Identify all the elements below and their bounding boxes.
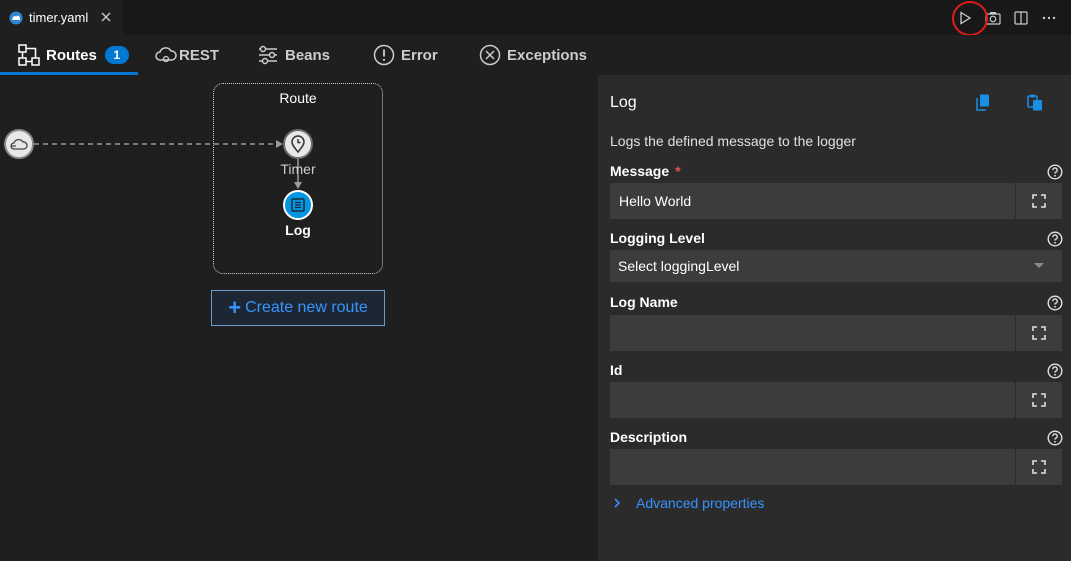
cloud-source-icon	[10, 137, 28, 151]
logging-level-placeholder: Select loggingLevel	[618, 258, 740, 274]
route-canvas[interactable]: Route Timer Log + Create new route	[0, 75, 598, 561]
log-node[interactable]	[283, 190, 313, 220]
id-label: Id	[610, 362, 623, 378]
description-expand-button[interactable]	[1016, 449, 1062, 485]
tab-exceptions[interactable]: Exceptions	[479, 35, 587, 75]
tab-error[interactable]: Error	[373, 35, 438, 75]
help-icon[interactable]	[1047, 164, 1063, 180]
tab-exceptions-label: Exceptions	[507, 46, 588, 64]
help-icon[interactable]	[1047, 430, 1063, 446]
log-name-label: Log Name	[610, 294, 678, 310]
editor-actions	[955, 0, 1059, 35]
help-icon[interactable]	[1047, 231, 1063, 247]
required-marker: *	[675, 163, 681, 179]
description-input[interactable]	[610, 449, 1015, 485]
advanced-properties-label: Advanced properties	[636, 495, 765, 511]
id-input[interactable]	[610, 382, 1015, 418]
tab-rest-label: REST	[179, 46, 220, 64]
description-label: Description	[610, 429, 688, 445]
tab-beans-label: Beans	[285, 46, 331, 64]
chevron-right-icon	[610, 496, 624, 510]
tab-routes[interactable]: Routes 1	[18, 35, 129, 75]
file-tab[interactable]: timer.yaml	[0, 0, 122, 35]
editor-tab-bar: timer.yaml	[0, 0, 1071, 36]
sliders-icon	[257, 44, 279, 66]
view-tabs: Routes 1 REST Beans Error Exceptions	[0, 35, 1071, 75]
logging-level-label: Logging Level	[610, 230, 705, 246]
expand-icon	[1032, 460, 1046, 474]
message-label: Message *	[610, 163, 681, 179]
log-list-icon	[291, 198, 305, 212]
cloud-gear-icon	[155, 44, 177, 66]
advanced-properties-toggle[interactable]: Advanced properties	[610, 495, 764, 511]
properties-panel: Log Logs the defined message to the logg…	[598, 75, 1071, 561]
help-icon[interactable]	[1047, 295, 1063, 311]
message-input[interactable]: Hello World	[610, 183, 1015, 219]
tab-error-label: Error	[401, 46, 438, 64]
log-label: Log	[285, 222, 311, 238]
tab-rest[interactable]: REST	[155, 35, 219, 75]
camera-icon[interactable]	[983, 8, 1003, 28]
create-new-route-button[interactable]: + Create new route	[211, 290, 385, 326]
route-title: Route	[279, 90, 317, 106]
panel-description: Logs the defined message to the logger	[610, 133, 856, 149]
id-expand-button[interactable]	[1016, 382, 1062, 418]
log-name-input[interactable]	[610, 315, 1015, 351]
alert-circle-icon	[373, 44, 395, 66]
routes-count-badge: 1	[104, 46, 129, 64]
expand-icon	[1032, 326, 1046, 340]
camel-file-icon	[9, 11, 23, 25]
message-label-text: Message	[610, 163, 670, 179]
chevron-down-icon	[1034, 263, 1044, 268]
paste-icon[interactable]	[1026, 93, 1044, 111]
tab-beans[interactable]: Beans	[257, 35, 330, 75]
logging-level-select[interactable]: Select loggingLevel	[610, 250, 1062, 282]
tab-routes-label: Routes	[46, 46, 97, 64]
timer-icon	[290, 135, 306, 153]
routes-icon	[18, 44, 40, 66]
timer-label: Timer	[280, 161, 316, 177]
panel-title: Log	[610, 94, 637, 111]
copy-icon[interactable]	[974, 93, 992, 111]
message-expand-button[interactable]	[1016, 183, 1062, 219]
plus-icon: +	[228, 295, 242, 320]
route-container[interactable]: Route	[213, 83, 383, 274]
more-icon[interactable]	[1039, 8, 1059, 28]
log-name-expand-button[interactable]	[1016, 315, 1062, 351]
timer-node[interactable]	[283, 129, 313, 159]
x-circle-icon	[479, 44, 501, 66]
help-icon[interactable]	[1047, 363, 1063, 379]
split-editor-icon[interactable]	[1011, 8, 1031, 28]
expand-icon	[1032, 194, 1046, 208]
file-tab-label: timer.yaml	[29, 10, 89, 25]
close-icon[interactable]	[100, 11, 112, 23]
create-new-route-label: Create new route	[245, 299, 368, 316]
source-node[interactable]	[4, 129, 34, 159]
run-icon[interactable]	[955, 8, 975, 28]
expand-icon	[1032, 393, 1046, 407]
